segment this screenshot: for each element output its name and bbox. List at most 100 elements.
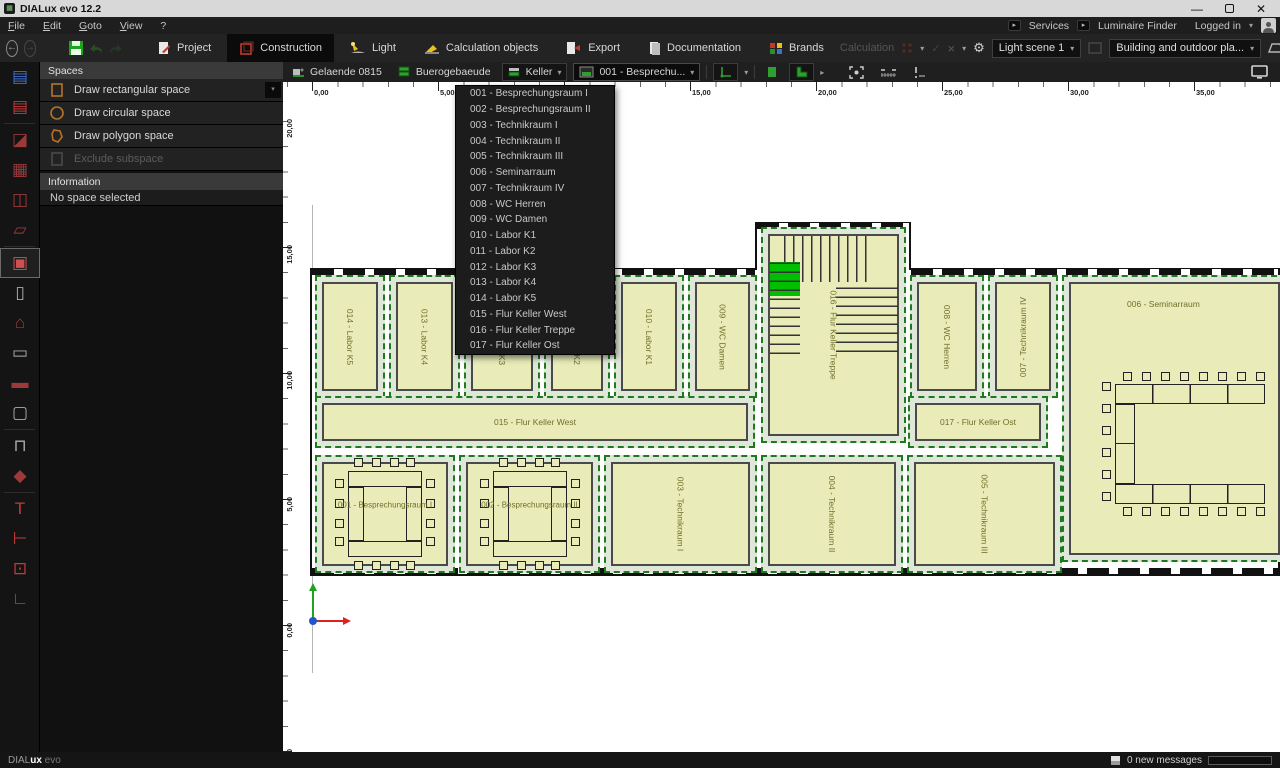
dimension-tool[interactable]: ⊢ (0, 524, 40, 554)
measure-horizontal-button[interactable] (875, 63, 902, 81)
perspective-view-icon[interactable] (1268, 43, 1280, 53)
room-013[interactable]: 013 - Labor K4 (389, 275, 460, 398)
coordinate-system-button[interactable] (713, 63, 738, 81)
room-002[interactable]: 002 - Besprechungsraum II (459, 455, 600, 573)
space-tool[interactable]: ▣ (0, 248, 40, 278)
save-icon[interactable] (68, 40, 84, 56)
space-option[interactable]: 016 - Flur Keller Treppe (456, 322, 614, 338)
tab-construction[interactable]: Construction (227, 34, 334, 62)
floorplan-view-button[interactable] (789, 63, 814, 81)
undo-icon[interactable] (88, 42, 104, 54)
opening-tool[interactable]: ▢ (0, 398, 40, 428)
space-option[interactable]: 014 - Labor K5 (456, 291, 614, 307)
luminaire-finder-link[interactable]: Luminaire Finder (1098, 20, 1177, 32)
column-tool[interactable]: ▯ (0, 278, 40, 308)
space-option[interactable]: 006 - Seminarraum (456, 165, 614, 181)
storey-tool[interactable]: ◫ (0, 185, 40, 215)
space-option[interactable]: 002 - Besprechungsraum II (456, 102, 614, 118)
room-001[interactable]: 001 - Besprechungsraum I (315, 455, 455, 573)
tab-calculation-objects[interactable]: Calculation objects (412, 34, 550, 62)
forward-icon[interactable]: → (24, 40, 36, 57)
furniture-tool[interactable]: ⊓ (0, 431, 40, 461)
menu-view[interactable]: View (120, 20, 143, 32)
room-017[interactable]: 017 - Flur Keller Ost (908, 396, 1048, 448)
import-file-tool[interactable]: ▤ (0, 62, 40, 92)
chevron-down-icon[interactable]: ▾ (1249, 21, 1253, 30)
room-005[interactable]: 005 - Technikraum III (907, 455, 1062, 573)
redo-icon[interactable] (108, 42, 124, 54)
chevron-down-icon[interactable]: ▾ (920, 44, 924, 53)
view-mode-select[interactable]: Building and outdoor pla...▾ (1109, 39, 1261, 58)
settings-gear-icon[interactable]: ⚙ (973, 40, 985, 56)
tab-export[interactable]: Export (554, 34, 632, 62)
close-button[interactable]: ✕ (1256, 3, 1266, 15)
tab-brands[interactable]: Brands (757, 34, 836, 62)
space-option[interactable]: 005 - Technikraum III (456, 149, 614, 165)
back-icon[interactable]: ← (6, 40, 18, 57)
menu-edit[interactable]: Edit (43, 20, 61, 32)
room-015[interactable]: 015 - Flur Keller West (315, 396, 755, 448)
rectangle-options-button[interactable]: ▾ (265, 82, 281, 98)
solid-view-button[interactable] (761, 63, 783, 81)
start-calculation-icon[interactable] (901, 42, 913, 54)
building-button[interactable]: Buerogebaeude (393, 63, 496, 81)
space-option[interactable]: 017 - Flur Keller Ost (456, 338, 614, 354)
messages-count[interactable]: 0 new messages (1127, 755, 1202, 766)
messages-icon[interactable] (1110, 755, 1121, 766)
user-avatar[interactable] (1261, 18, 1276, 33)
tab-project[interactable]: Project (146, 34, 223, 62)
space-option[interactable]: 004 - Technikraum II (456, 133, 614, 149)
services-link[interactable]: Services (1029, 20, 1069, 32)
material-tool[interactable]: ◆ (0, 461, 40, 491)
menu-help[interactable]: ? (160, 20, 166, 32)
roof-tool[interactable]: ⌂ (0, 308, 40, 338)
ceiling-tool[interactable]: ▭ (0, 338, 40, 368)
site-button[interactable]: Gelaende 0815 (287, 63, 387, 81)
space-option[interactable]: 009 - WC Damen (456, 212, 614, 228)
tab-light[interactable]: Light (338, 34, 408, 62)
chevron-down-icon[interactable]: ▾ (744, 68, 748, 77)
wall-tool[interactable]: ▱ (0, 215, 40, 245)
space-option[interactable]: 007 - Technikraum IV (456, 181, 614, 197)
slab-tool[interactable]: ▬ (0, 368, 40, 398)
menu-file[interactable]: File (8, 20, 25, 32)
export-file-tool[interactable]: ▤ (0, 92, 40, 122)
space-option[interactable]: 011 - Labor K2 (456, 244, 614, 260)
room-004[interactable]: 004 - Technikraum II (761, 455, 903, 573)
draw-circular-space-button[interactable]: Draw circular space (40, 102, 283, 125)
storey-select[interactable]: Keller ▾ (502, 63, 568, 81)
text-tool[interactable]: T (0, 494, 40, 524)
space-option[interactable]: 013 - Labor K4 (456, 275, 614, 291)
measure-tool[interactable]: ∟ (0, 584, 40, 614)
tab-documentation[interactable]: Documentation (636, 34, 753, 62)
building-tool[interactable]: ▦ (0, 155, 40, 185)
measure-vertical-button[interactable] (908, 63, 931, 81)
chevron-down-icon[interactable]: ▾ (962, 44, 966, 53)
chevron-right-icon[interactable]: ▸ (820, 68, 824, 77)
display-settings-icon[interactable] (1251, 65, 1268, 79)
light-scene-select[interactable]: Light scene 1▾ (992, 39, 1081, 58)
room-006[interactable]: 006 - Seminarraum (1062, 275, 1280, 562)
space-option[interactable]: 012 - Labor K3 (456, 259, 614, 275)
space-option[interactable]: 010 - Labor K1 (456, 228, 614, 244)
room-009[interactable]: 009 - WC Damen (688, 275, 757, 398)
maximize-button[interactable] (1225, 4, 1234, 13)
minimize-button[interactable]: — (1191, 3, 1203, 15)
space-select[interactable]: 001 - Besprechu... ▾ (573, 63, 700, 81)
menu-goto[interactable]: Goto (79, 20, 102, 32)
room-010[interactable]: 010 - Labor K1 (614, 275, 684, 398)
space-option[interactable]: 015 - Flur Keller West (456, 307, 614, 323)
drawing-canvas[interactable]: 014 - Labor K5013 - Labor K4012 - Labor … (283, 82, 1280, 752)
room-007[interactable]: 007 - Technikraum IV (988, 275, 1058, 398)
room-008[interactable]: 008 - WC Herren (910, 275, 984, 398)
room-016[interactable]: 016 - Flur Keller Treppe (761, 227, 906, 443)
logged-in-menu[interactable]: Logged in (1195, 20, 1241, 32)
space-option[interactable]: 008 - WC Herren (456, 196, 614, 212)
room-003[interactable]: 003 - Technikraum I (604, 455, 757, 573)
space-option[interactable]: 003 - Technikraum I (456, 118, 614, 134)
focus-tool[interactable]: ⊡ (0, 554, 40, 584)
draw-rectangular-space-button[interactable]: Draw rectangular space ▾ (40, 79, 283, 102)
draw-polygon-space-button[interactable]: Draw polygon space (40, 125, 283, 148)
site-tool[interactable]: ◪ (0, 125, 40, 155)
space-option[interactable]: 001 - Besprechungsraum I (456, 86, 614, 102)
